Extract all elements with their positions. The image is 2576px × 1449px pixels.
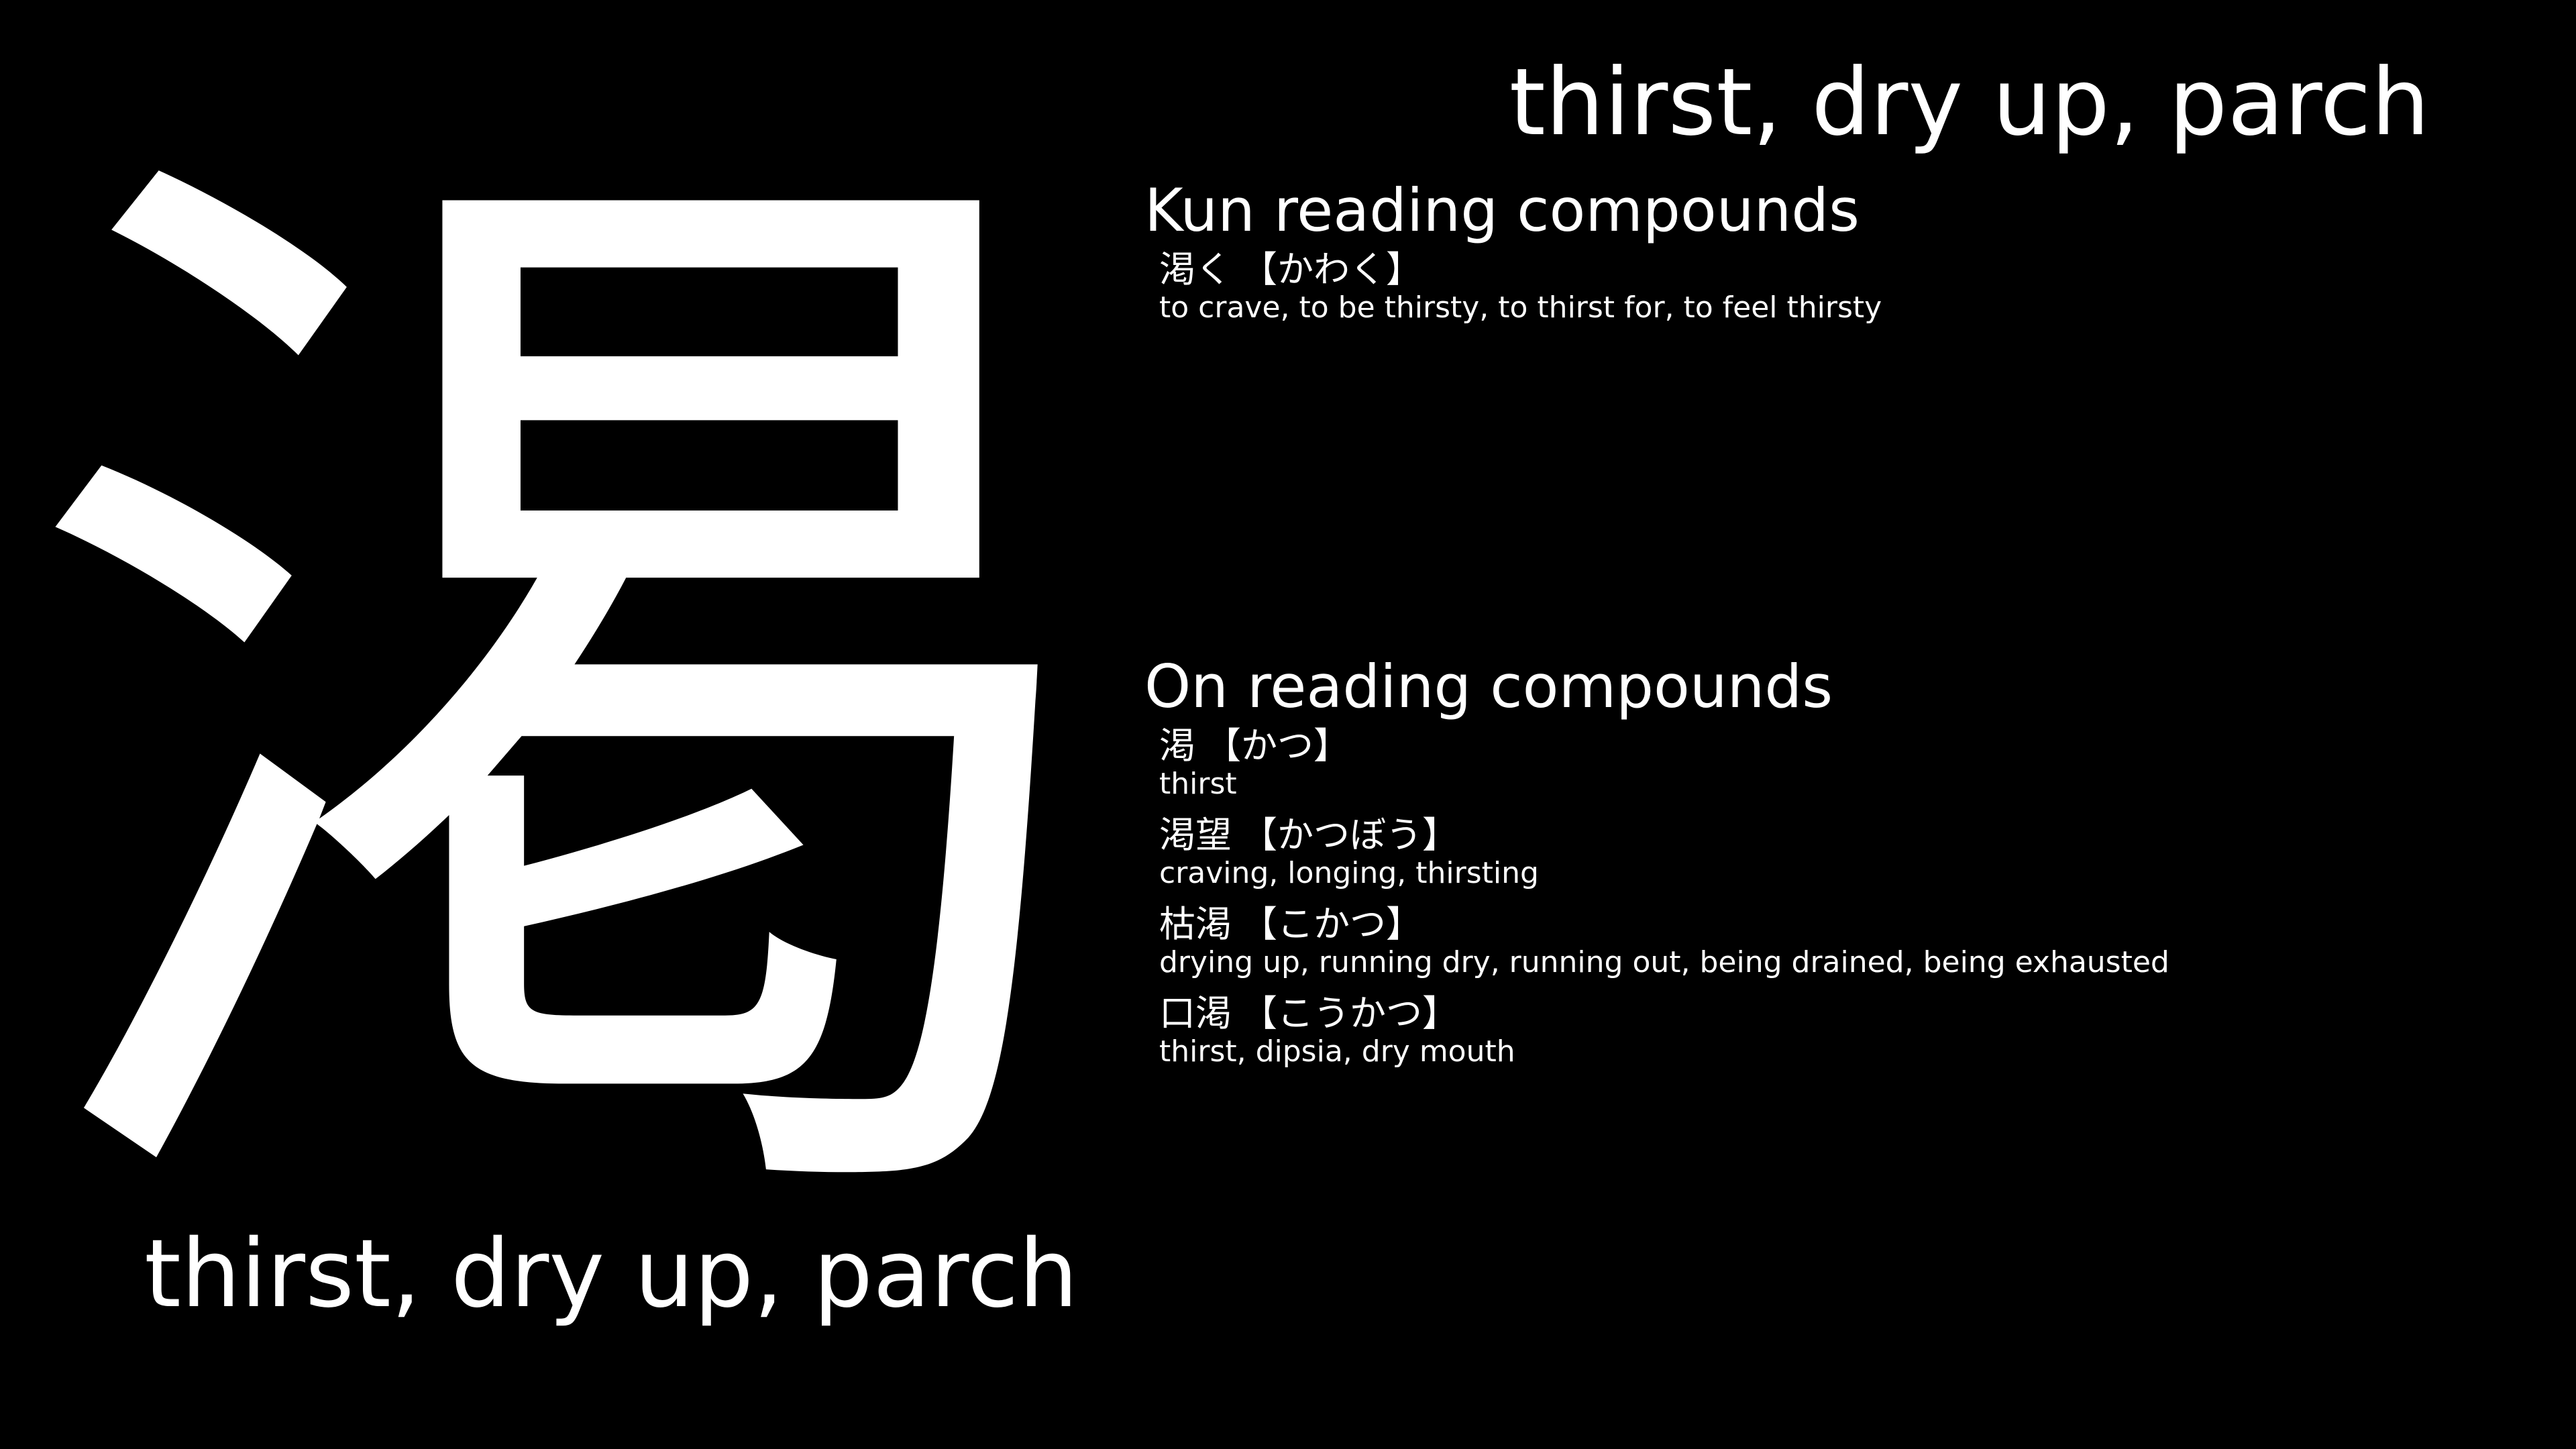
on-reading-section: On reading compounds 渇【かつ】 thirst 渇望 【かつぼ… bbox=[1144, 649, 2486, 1081]
compound-header: 渇望 【かつぼう】 bbox=[1159, 814, 2486, 857]
compound-header: 渇【かつ】 bbox=[1159, 724, 2486, 767]
kun-reading-section: Kun reading compounds 渇く 【かわく】 to crave, … bbox=[1144, 173, 2486, 337]
compound-gloss: to crave, to be thirsty, to thirst for, … bbox=[1159, 290, 1882, 325]
compound-entry: 渇【かつ】 thirst bbox=[1159, 724, 2486, 801]
compound-entry: 口渇 【こうかつ】 thirst, dipsia, dry mouth bbox=[1159, 992, 2486, 1069]
compound-header: 渇く 【かわく】 bbox=[1159, 248, 2486, 291]
compound-reading: 【かわく】 bbox=[1241, 248, 1422, 290]
kanji-meaning-caption: thirst, dry up, parch bbox=[144, 1220, 1079, 1329]
on-reading-heading: On reading compounds bbox=[1144, 652, 1833, 721]
compound-word: 枯渇 bbox=[1159, 903, 1232, 945]
kun-reading-heading: Kun reading compounds bbox=[1144, 176, 1860, 245]
compound-header: 口渇 【こうかつ】 bbox=[1159, 992, 2486, 1035]
compound-header: 枯渇 【こかつ】 bbox=[1159, 903, 2486, 946]
compound-gloss: craving, longing, thirsting bbox=[1159, 856, 1539, 890]
compound-entry: 枯渇 【こかつ】 drying up, running dry, running … bbox=[1159, 903, 2486, 979]
compound-reading: 【かつ】 bbox=[1205, 724, 1350, 767]
compound-word: 渇く bbox=[1159, 248, 1232, 290]
compound-word: 渇 bbox=[1159, 724, 1195, 767]
compound-reading: 【こかつ】 bbox=[1241, 903, 1422, 945]
compound-reading: 【かつぼう】 bbox=[1241, 814, 1458, 856]
compound-gloss: thirst, dipsia, dry mouth bbox=[1159, 1034, 1515, 1069]
compound-word: 渇望 bbox=[1159, 814, 1232, 856]
compound-entry: 渇く 【かわく】 to crave, to be thirsty, to thir… bbox=[1159, 248, 2486, 325]
kanji-meaning-title: thirst, dry up, parch bbox=[1509, 48, 2430, 156]
compound-gloss: drying up, running dry, running out, bei… bbox=[1159, 945, 2169, 979]
compound-word: 口渇 bbox=[1159, 992, 1232, 1034]
compound-entry: 渇望 【かつぼう】 craving, longing, thirsting bbox=[1159, 814, 2486, 890]
compound-gloss: thirst bbox=[1159, 767, 1237, 801]
compound-reading: 【こうかつ】 bbox=[1241, 992, 1458, 1034]
kanji-character: 渇 bbox=[13, 64, 1114, 1344]
